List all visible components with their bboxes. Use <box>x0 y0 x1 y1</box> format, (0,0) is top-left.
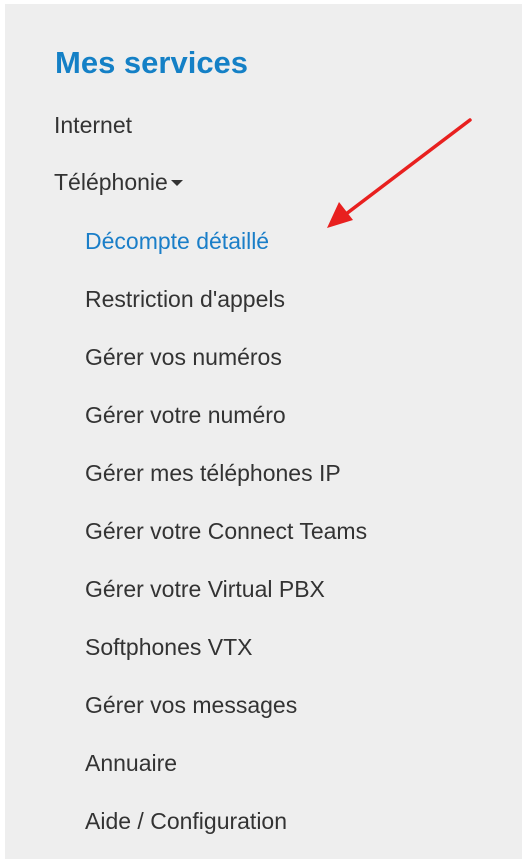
submenu-item-gerer-virtual-pbx[interactable]: Gérer votre Virtual PBX <box>85 574 325 604</box>
nav-item-telephonie[interactable]: Téléphonie <box>54 167 183 197</box>
submenu-item-gerer-vos-numeros[interactable]: Gérer vos numéros <box>85 342 282 372</box>
submenu-item-gerer-telephones-ip[interactable]: Gérer mes téléphones IP <box>85 458 341 488</box>
sidebar-title: Mes services <box>55 45 249 80</box>
nav-item-internet[interactable]: Internet <box>54 110 132 140</box>
nav-item-telephonie-label: Téléphonie <box>54 169 168 195</box>
submenu-item-aide-configuration[interactable]: Aide / Configuration <box>85 806 287 836</box>
submenu-item-gerer-votre-numero[interactable]: Gérer votre numéro <box>85 400 286 430</box>
caret-down-icon <box>170 179 183 186</box>
submenu-item-restriction-appels[interactable]: Restriction d'appels <box>85 284 285 314</box>
submenu-item-decompte-detaille[interactable]: Décompte détaillé <box>85 226 269 256</box>
submenu-item-softphones-vtx[interactable]: Softphones VTX <box>85 632 253 662</box>
submenu-item-gerer-vos-messages[interactable]: Gérer vos messages <box>85 690 297 720</box>
submenu-item-gerer-connect-teams[interactable]: Gérer votre Connect Teams <box>85 516 367 546</box>
services-sidebar: Mes services Internet Téléphonie Décompt… <box>5 4 522 859</box>
submenu-item-annuaire[interactable]: Annuaire <box>85 748 177 778</box>
